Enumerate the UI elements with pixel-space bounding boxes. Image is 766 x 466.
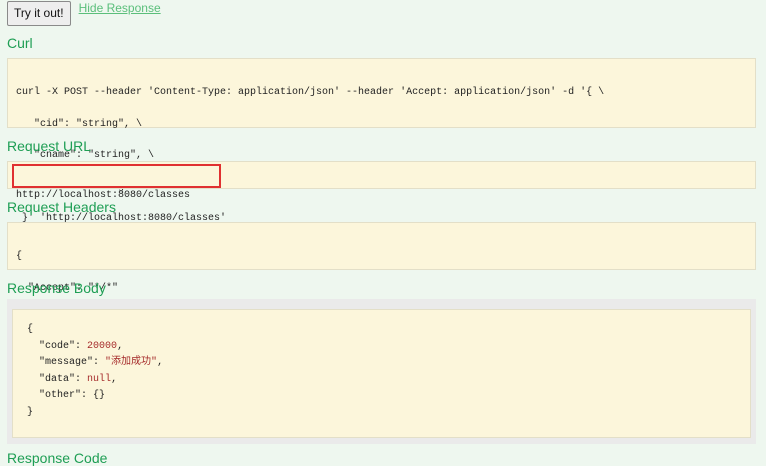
json-sep: : [75, 373, 88, 385]
json-value: {} [93, 390, 106, 401]
response-body-code: { "code": 20000, "message": "添加成功", "dat… [12, 309, 751, 438]
json-key: "message" [39, 357, 94, 368]
header-line: { [16, 251, 23, 262]
request-headers-title: Request Headers [7, 199, 116, 215]
json-value: 20000 [87, 340, 118, 352]
hide-response-link[interactable]: Hide Response [79, 1, 161, 15]
request-url-title: Request URL [7, 138, 92, 154]
response-body-title: Response Body [7, 280, 106, 296]
json-field-data: "data": null, [27, 372, 736, 389]
request-url-text: http://localhost:8080/classes [16, 190, 191, 201]
json-trail: , [111, 373, 118, 385]
json-field-code: "code": 20000, [27, 339, 736, 356]
json-value: null [87, 373, 112, 385]
json-open-brace: { [27, 324, 34, 335]
curl-title: Curl [7, 35, 33, 51]
response-code-title: Response Code [7, 450, 108, 466]
json-close-brace: } [27, 406, 34, 418]
json-value: "添加成功" [105, 357, 158, 368]
json-sep: : [81, 390, 94, 401]
request-url-box: http://localhost:8080/classes [7, 161, 756, 201]
json-trail: , [157, 357, 164, 368]
json-sep: : [93, 357, 106, 368]
curl-code-box: curl -X POST --header 'Content-Type: app… [7, 58, 756, 224]
top-action-bar: Try it out! Hide Response [7, 0, 161, 26]
curl-line: "cid": "string", \ [16, 118, 143, 130]
header-line: "Accept": "*/*" [16, 282, 119, 294]
response-body-container[interactable]: { "code": 20000, "message": "添加成功", "dat… [7, 299, 756, 444]
curl-line: "cname": "string", \ [16, 150, 155, 161]
json-key: "code" [39, 340, 76, 352]
curl-line: curl -X POST --header 'Content-Type: app… [16, 87, 605, 98]
json-sep: : [75, 340, 88, 352]
json-field-message: "message": "添加成功", [27, 355, 736, 372]
try-it-out-button[interactable]: Try it out! [7, 0, 71, 26]
request-headers-box: { "Accept": "*/*" } [7, 222, 756, 325]
json-field-other: "other": {} [27, 388, 736, 405]
json-key: "other" [39, 390, 82, 401]
json-key: "data" [39, 373, 76, 385]
json-trail: , [117, 340, 124, 352]
